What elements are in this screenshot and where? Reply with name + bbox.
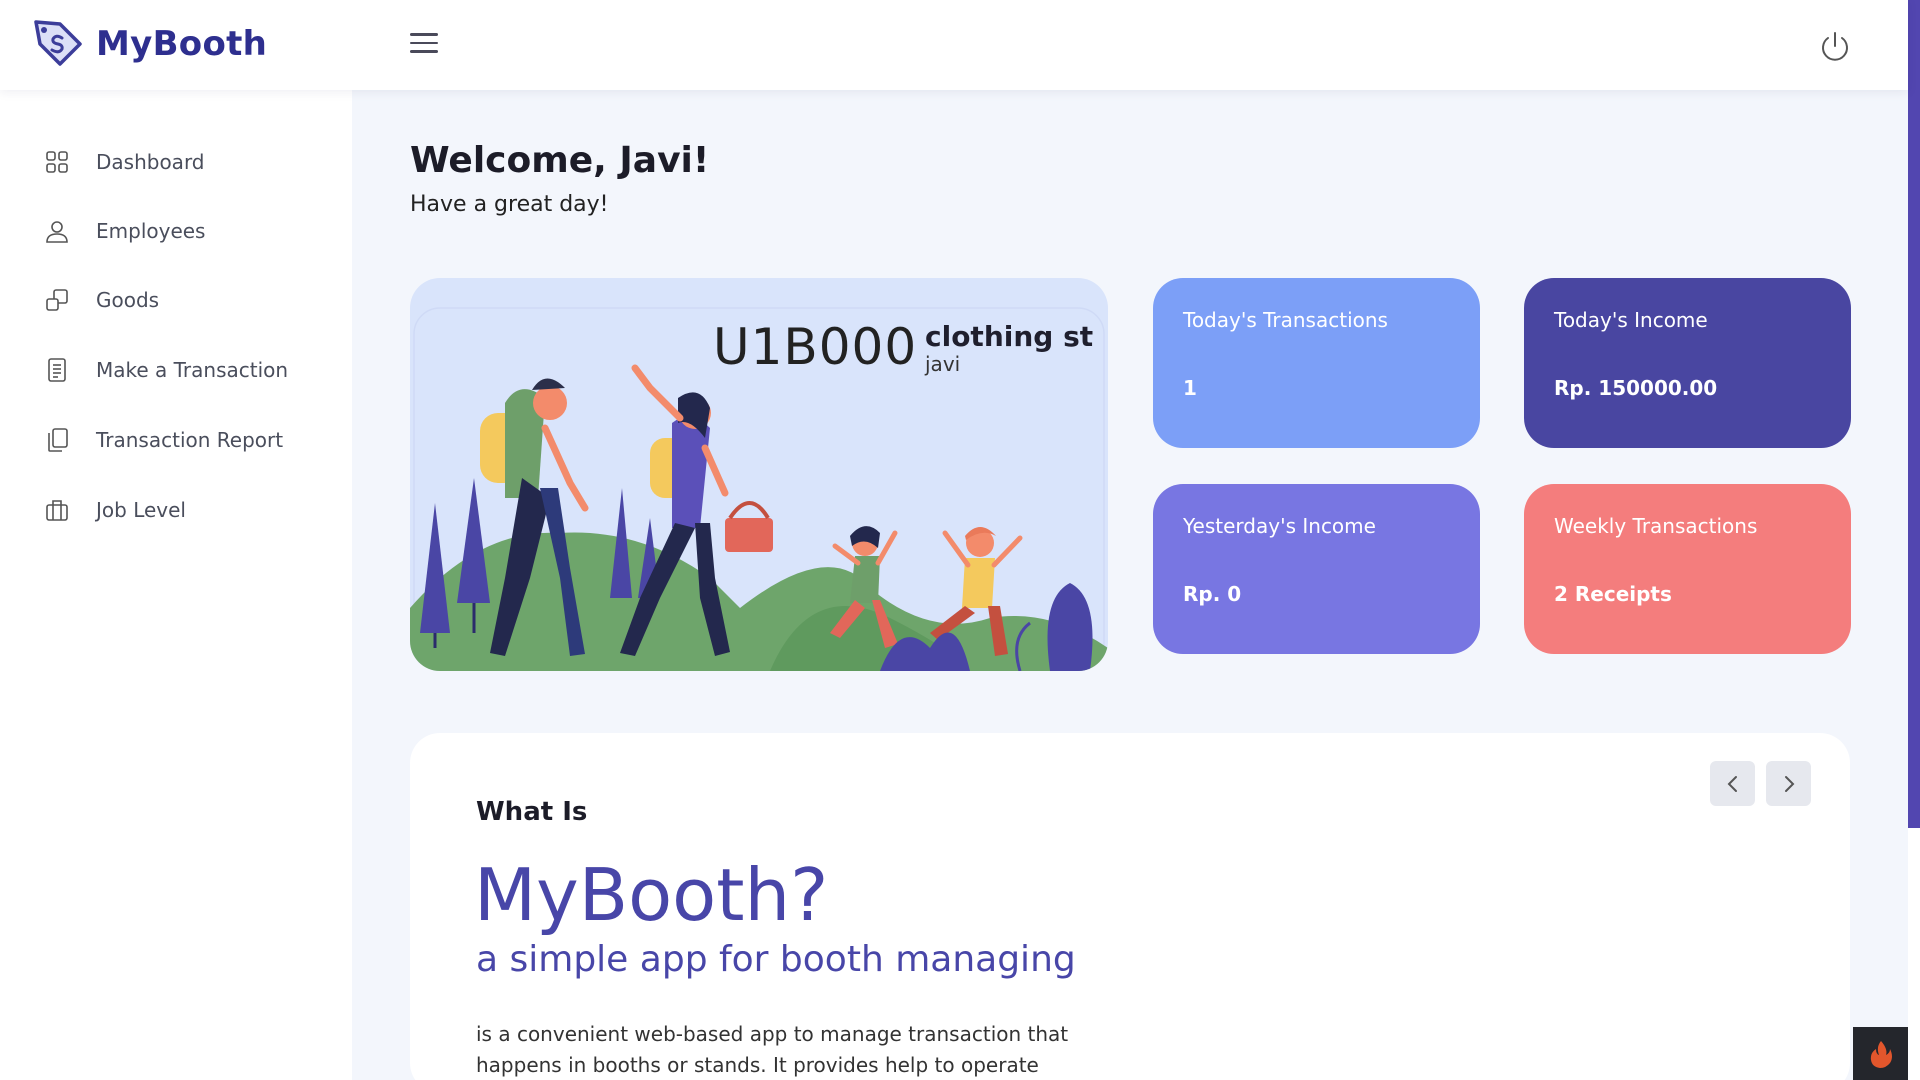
stat-card-todays-income: Today's Income Rp. 150000.00 <box>1524 278 1851 448</box>
sidebar-item-transaction-report[interactable]: Transaction Report <box>44 420 283 460</box>
sidebar: Dashboard Employees Goods Make a Transac… <box>0 90 352 1080</box>
about-carousel-card: What Is MyBooth? a simple app for booth … <box>410 733 1850 1080</box>
about-description: is a convenient web-based app to manage … <box>476 1022 1069 1077</box>
stat-card-yesterdays-income: Yesterday's Income Rp. 0 <box>1153 484 1480 654</box>
stat-label: Weekly Transactions <box>1554 514 1758 538</box>
grid-icon <box>46 151 68 173</box>
sidebar-item-label: Make a Transaction <box>96 358 289 382</box>
booth-code: U1B000 <box>713 318 918 376</box>
user-icon <box>46 221 68 243</box>
booth-name: clothing st <box>925 320 1094 353</box>
about-kicker: What Is <box>476 797 588 827</box>
sidebar-item-label: Dashboard <box>96 150 205 174</box>
booth-hero-card: U1B000 clothing st javi <box>410 278 1108 671</box>
sidebar-item-label: Transaction Report <box>96 428 284 452</box>
sidebar-item-goods[interactable]: Goods <box>44 280 159 320</box>
brand[interactable]: MyBooth <box>32 18 267 70</box>
sidebar-item-make-a-transaction[interactable]: Make a Transaction <box>44 350 288 390</box>
sidebar-item-job-level[interactable]: Job Level <box>44 490 186 530</box>
scrollbar-thumb[interactable] <box>1908 0 1920 828</box>
carousel-next-button[interactable] <box>1766 761 1811 806</box>
chevron-right-icon <box>1784 775 1794 792</box>
sidebar-item-employees[interactable]: Employees <box>44 211 205 251</box>
stat-value: 2 Receipts <box>1554 582 1672 606</box>
stat-value: Rp. 0 <box>1183 582 1242 606</box>
welcome-heading: Welcome, Javi! <box>410 140 710 181</box>
stat-label: Yesterday's Income <box>1183 514 1376 538</box>
power-logout-icon[interactable] <box>1818 30 1852 64</box>
about-title: MyBooth? <box>474 853 829 937</box>
sidebar-item-label: Job Level <box>96 498 186 522</box>
about-tagline: a simple app for booth managing <box>476 939 1076 980</box>
stat-label: Today's Transactions <box>1183 308 1388 332</box>
copy-icon <box>48 428 68 452</box>
stat-value: 1 <box>1183 376 1197 400</box>
menu-toggle-icon[interactable] <box>410 33 438 57</box>
welcome-subtitle: Have a great day! <box>410 192 609 217</box>
stat-value: Rp. 150000.00 <box>1554 376 1718 400</box>
stat-card-weekly-transactions: Weekly Transactions 2 Receipts <box>1524 484 1851 654</box>
stat-label: Today's Income <box>1554 308 1708 332</box>
sidebar-item-label: Employees <box>96 219 206 243</box>
app-name: MyBooth <box>96 24 268 64</box>
briefcase-icon <box>46 500 68 521</box>
carousel-prev-button[interactable] <box>1710 761 1755 806</box>
top-bar: MyBooth <box>0 0 1908 90</box>
flame-icon <box>1870 1040 1892 1068</box>
booth-user: javi <box>925 352 961 376</box>
document-icon <box>48 358 66 382</box>
chevron-left-icon <box>1727 775 1737 792</box>
sidebar-item-label: Goods <box>96 288 160 312</box>
sidebar-item-dashboard[interactable]: Dashboard <box>44 142 205 182</box>
stat-card-todays-transactions: Today's Transactions 1 <box>1153 278 1480 448</box>
price-tag-logo-icon <box>34 20 82 66</box>
boxes-icon <box>46 289 68 311</box>
debug-toolbar-toggle[interactable] <box>1853 1027 1908 1080</box>
